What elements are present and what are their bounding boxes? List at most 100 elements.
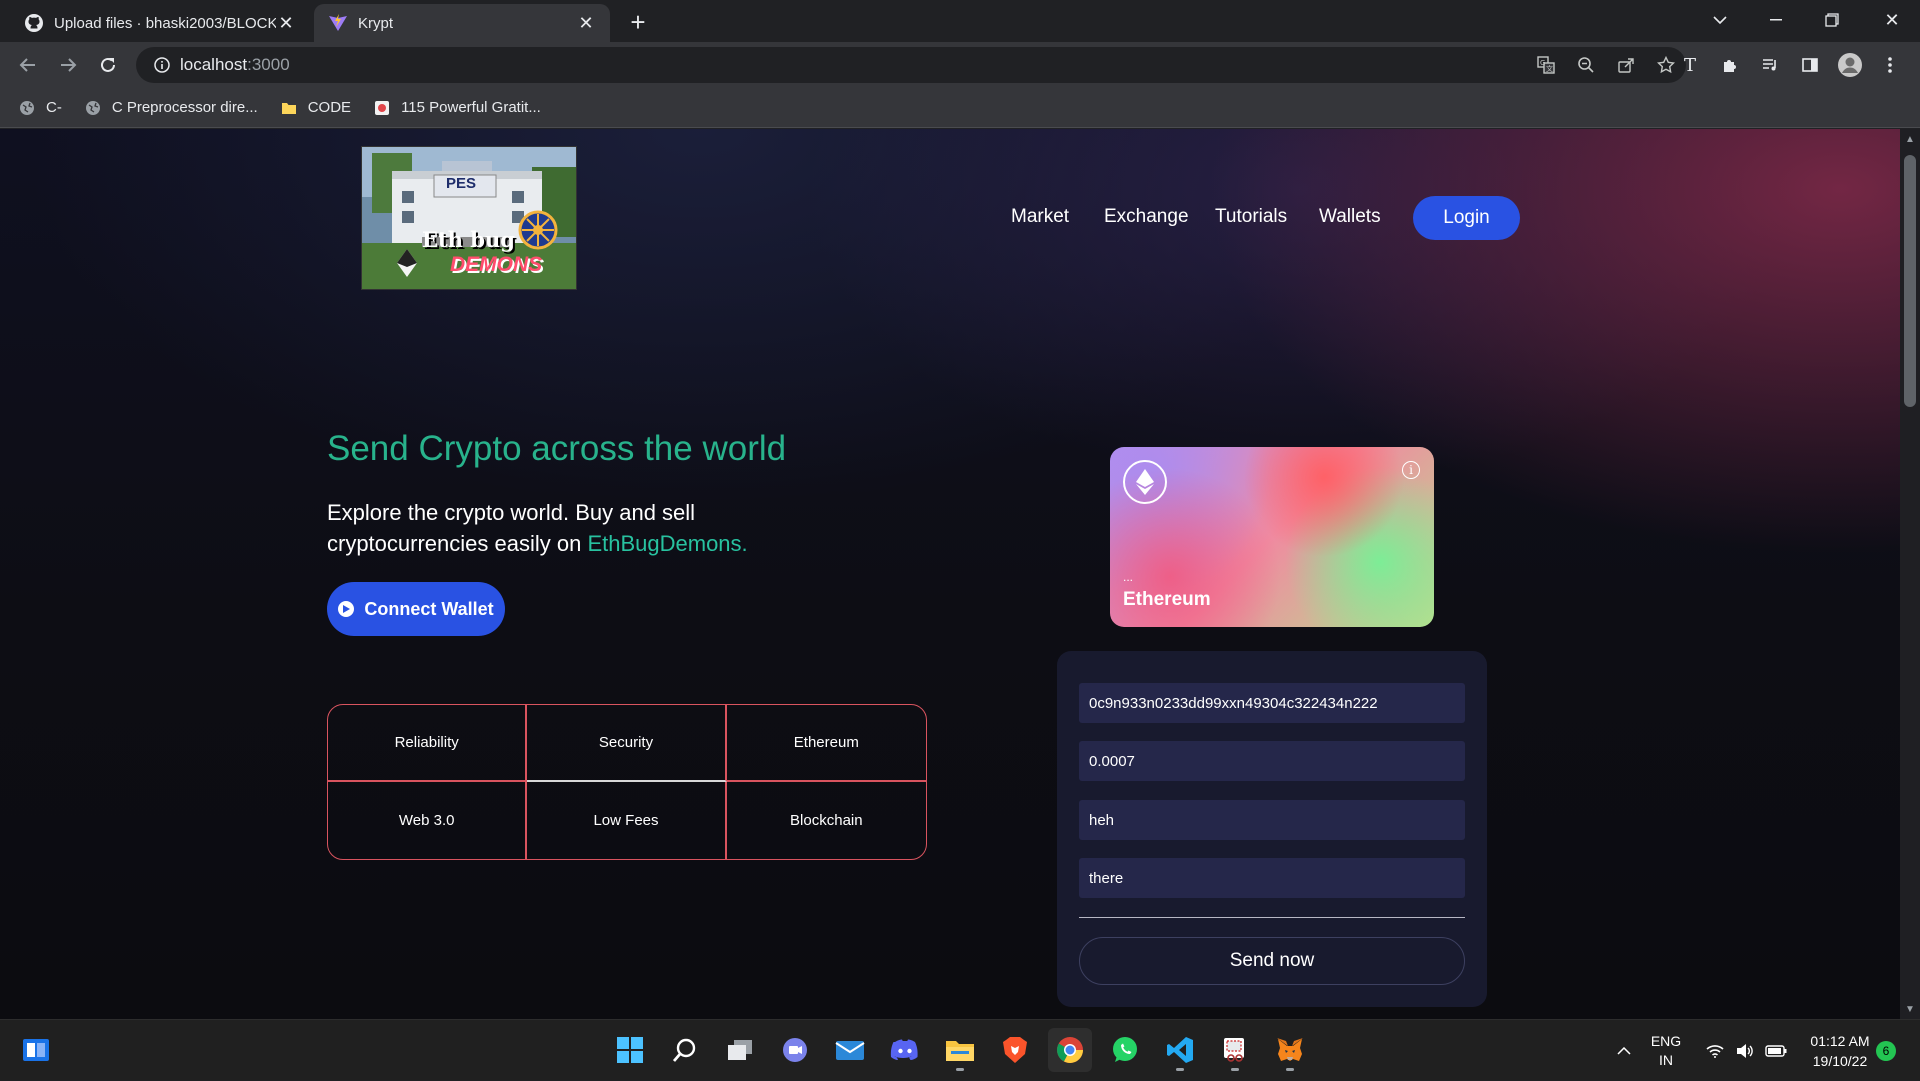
address-to-input[interactable]: 0c9n933n0233dd99xxn49304c322434n222 — [1079, 683, 1465, 723]
message-input[interactable]: there — [1079, 858, 1465, 898]
tab-krypt[interactable]: Krypt ✕ — [314, 4, 610, 42]
clock[interactable]: 01:12 AM 19/10/22 — [1800, 1020, 1880, 1081]
send-now-button[interactable]: Send now — [1079, 937, 1465, 985]
github-icon — [24, 13, 44, 33]
features-grid: Reliability Security Ethereum Web 3.0 Lo… — [327, 704, 927, 860]
nav-wallets[interactable]: Wallets — [1319, 206, 1381, 228]
close-tab-icon[interactable]: ✕ — [276, 13, 296, 33]
wifi-icon[interactable] — [1700, 1020, 1730, 1081]
hero-description: Explore the crypto world. Buy and sell c… — [327, 500, 748, 556]
page-scrollbar[interactable]: ▲ ▼ — [1900, 129, 1920, 1019]
logo-top-text: PES — [446, 175, 477, 192]
bookmark-folder-code[interactable]: CODE — [280, 99, 351, 117]
scroll-up-icon[interactable]: ▲ — [1900, 129, 1920, 149]
bookmark-c-preprocessor[interactable]: C Preprocessor dire... — [84, 99, 258, 117]
feature-security: Security — [527, 705, 727, 782]
feature-web3: Web 3.0 — [328, 782, 528, 859]
volume-icon[interactable] — [1730, 1020, 1760, 1081]
extensions-icon[interactable] — [1710, 49, 1750, 81]
nav-market[interactable]: Market — [1011, 206, 1069, 228]
globe-icon — [84, 99, 102, 117]
tab-title: Upload files · bhaski2003/BLOCKCHAIN — [54, 14, 276, 32]
card-address: ... — [1123, 570, 1134, 584]
scrollbar-thumb[interactable] — [1904, 155, 1916, 407]
site-logo[interactable]: PES Eth bug DEMONS — [361, 146, 577, 290]
folder-icon — [280, 99, 298, 117]
brave-icon[interactable] — [993, 1028, 1037, 1072]
connect-wallet-button[interactable]: Connect Wallet — [327, 582, 505, 636]
snipping-tool-icon[interactable] — [1213, 1028, 1257, 1072]
widgets-icon[interactable] — [14, 1028, 58, 1072]
search-icon[interactable] — [663, 1028, 707, 1072]
ethereum-card: i ... Ethereum — [1110, 447, 1434, 627]
bookmarks-bar: C- C Preprocessor dire... CODE 115 Power… — [0, 88, 1920, 128]
feature-ethereum: Ethereum — [726, 705, 926, 782]
new-tab-button[interactable]: + — [622, 6, 654, 38]
restore-button[interactable] — [1804, 0, 1860, 40]
url-text: localhost:3000 — [180, 55, 290, 74]
language-indicator[interactable]: ENG IN — [1646, 1020, 1686, 1081]
bookmark-gratitude[interactable]: 115 Powerful Gratit... — [373, 99, 541, 117]
minimize-button[interactable] — [1748, 0, 1804, 40]
reload-icon[interactable] — [92, 49, 124, 81]
vscode-icon[interactable] — [1158, 1028, 1202, 1072]
tab-search-icon[interactable] — [1692, 0, 1748, 40]
extensions-area: T — [1670, 49, 1910, 81]
start-icon[interactable] — [608, 1028, 652, 1072]
brand-name: EthBugDemons. — [587, 531, 748, 556]
translate-icon[interactable]: G文 — [1526, 56, 1566, 74]
bookmark-c[interactable]: C- — [18, 99, 62, 117]
nav-exchange[interactable]: Exchange — [1104, 206, 1189, 228]
back-icon[interactable] — [12, 49, 44, 81]
info-icon[interactable]: i — [1402, 461, 1420, 479]
battery-icon[interactable] — [1760, 1020, 1792, 1081]
ethereum-icon — [1123, 460, 1167, 504]
amount-input[interactable]: 0.0007 — [1079, 741, 1465, 781]
task-view-icon[interactable] — [718, 1028, 762, 1072]
zoom-icon[interactable] — [1566, 56, 1606, 74]
show-hidden-icons[interactable] — [1606, 1020, 1642, 1081]
site-info-icon[interactable] — [144, 57, 180, 73]
whatsapp-icon[interactable] — [1103, 1028, 1147, 1072]
close-window-button[interactable]: ✕ — [1864, 0, 1920, 40]
discord-icon[interactable] — [883, 1028, 927, 1072]
file-explorer-icon[interactable] — [938, 1028, 982, 1072]
share-icon[interactable] — [1606, 56, 1646, 74]
close-tab-icon[interactable]: ✕ — [576, 13, 596, 33]
svg-text:文: 文 — [1546, 64, 1553, 73]
menu-kebab-icon[interactable] — [1870, 49, 1910, 81]
notification-badge[interactable]: 6 — [1876, 1041, 1896, 1061]
forward-icon[interactable] — [52, 49, 84, 81]
media-control-icon[interactable] — [1750, 49, 1790, 81]
windows-taskbar: ENG IN 01:12 AM 19/10/22 6 — [0, 1019, 1920, 1080]
logo-line1: Eth bug — [422, 227, 515, 252]
form-divider — [1079, 917, 1465, 918]
scroll-down-icon[interactable]: ▼ — [1900, 999, 1920, 1019]
vite-icon — [328, 13, 348, 33]
profile-avatar-icon[interactable] — [1830, 49, 1870, 81]
svg-text:G: G — [1540, 59, 1545, 67]
login-button[interactable]: Login — [1413, 196, 1520, 240]
nav-tutorials[interactable]: Tutorials — [1215, 206, 1287, 228]
clock-date: 19/10/22 — [1812, 1052, 1868, 1069]
page-viewport: PES Eth bug DEMONS Market Exchange Tutor… — [0, 129, 1900, 1019]
tab-upload-files[interactable]: Upload files · bhaski2003/BLOCKCHAIN ✕ — [10, 4, 310, 42]
browser-toolbar: localhost:3000 G文 T — [0, 42, 1920, 88]
text-tool-icon[interactable]: T — [1670, 49, 1710, 81]
side-panel-icon[interactable] — [1790, 49, 1830, 81]
tab-strip: Upload files · bhaski2003/BLOCKCHAIN ✕ K… — [0, 0, 1920, 42]
hero-title: Send Crypto across the world — [327, 429, 787, 468]
address-bar[interactable]: localhost:3000 G文 — [136, 47, 1686, 83]
mail-icon[interactable] — [828, 1028, 872, 1072]
teams-chat-icon[interactable] — [773, 1028, 817, 1072]
tab-title: Krypt — [358, 14, 394, 32]
play-icon — [338, 601, 355, 617]
site-icon — [373, 99, 391, 117]
clock-time: 01:12 AM — [1810, 1032, 1870, 1049]
send-form: 0c9n933n0233dd99xxn49304c322434n222 0.00… — [1057, 651, 1487, 1007]
globe-icon — [18, 99, 36, 117]
metamask-icon[interactable] — [1268, 1028, 1312, 1072]
keyword-input[interactable]: heh — [1079, 800, 1465, 840]
feature-blockchain: Blockchain — [790, 812, 863, 829]
chrome-icon[interactable] — [1048, 1028, 1092, 1072]
